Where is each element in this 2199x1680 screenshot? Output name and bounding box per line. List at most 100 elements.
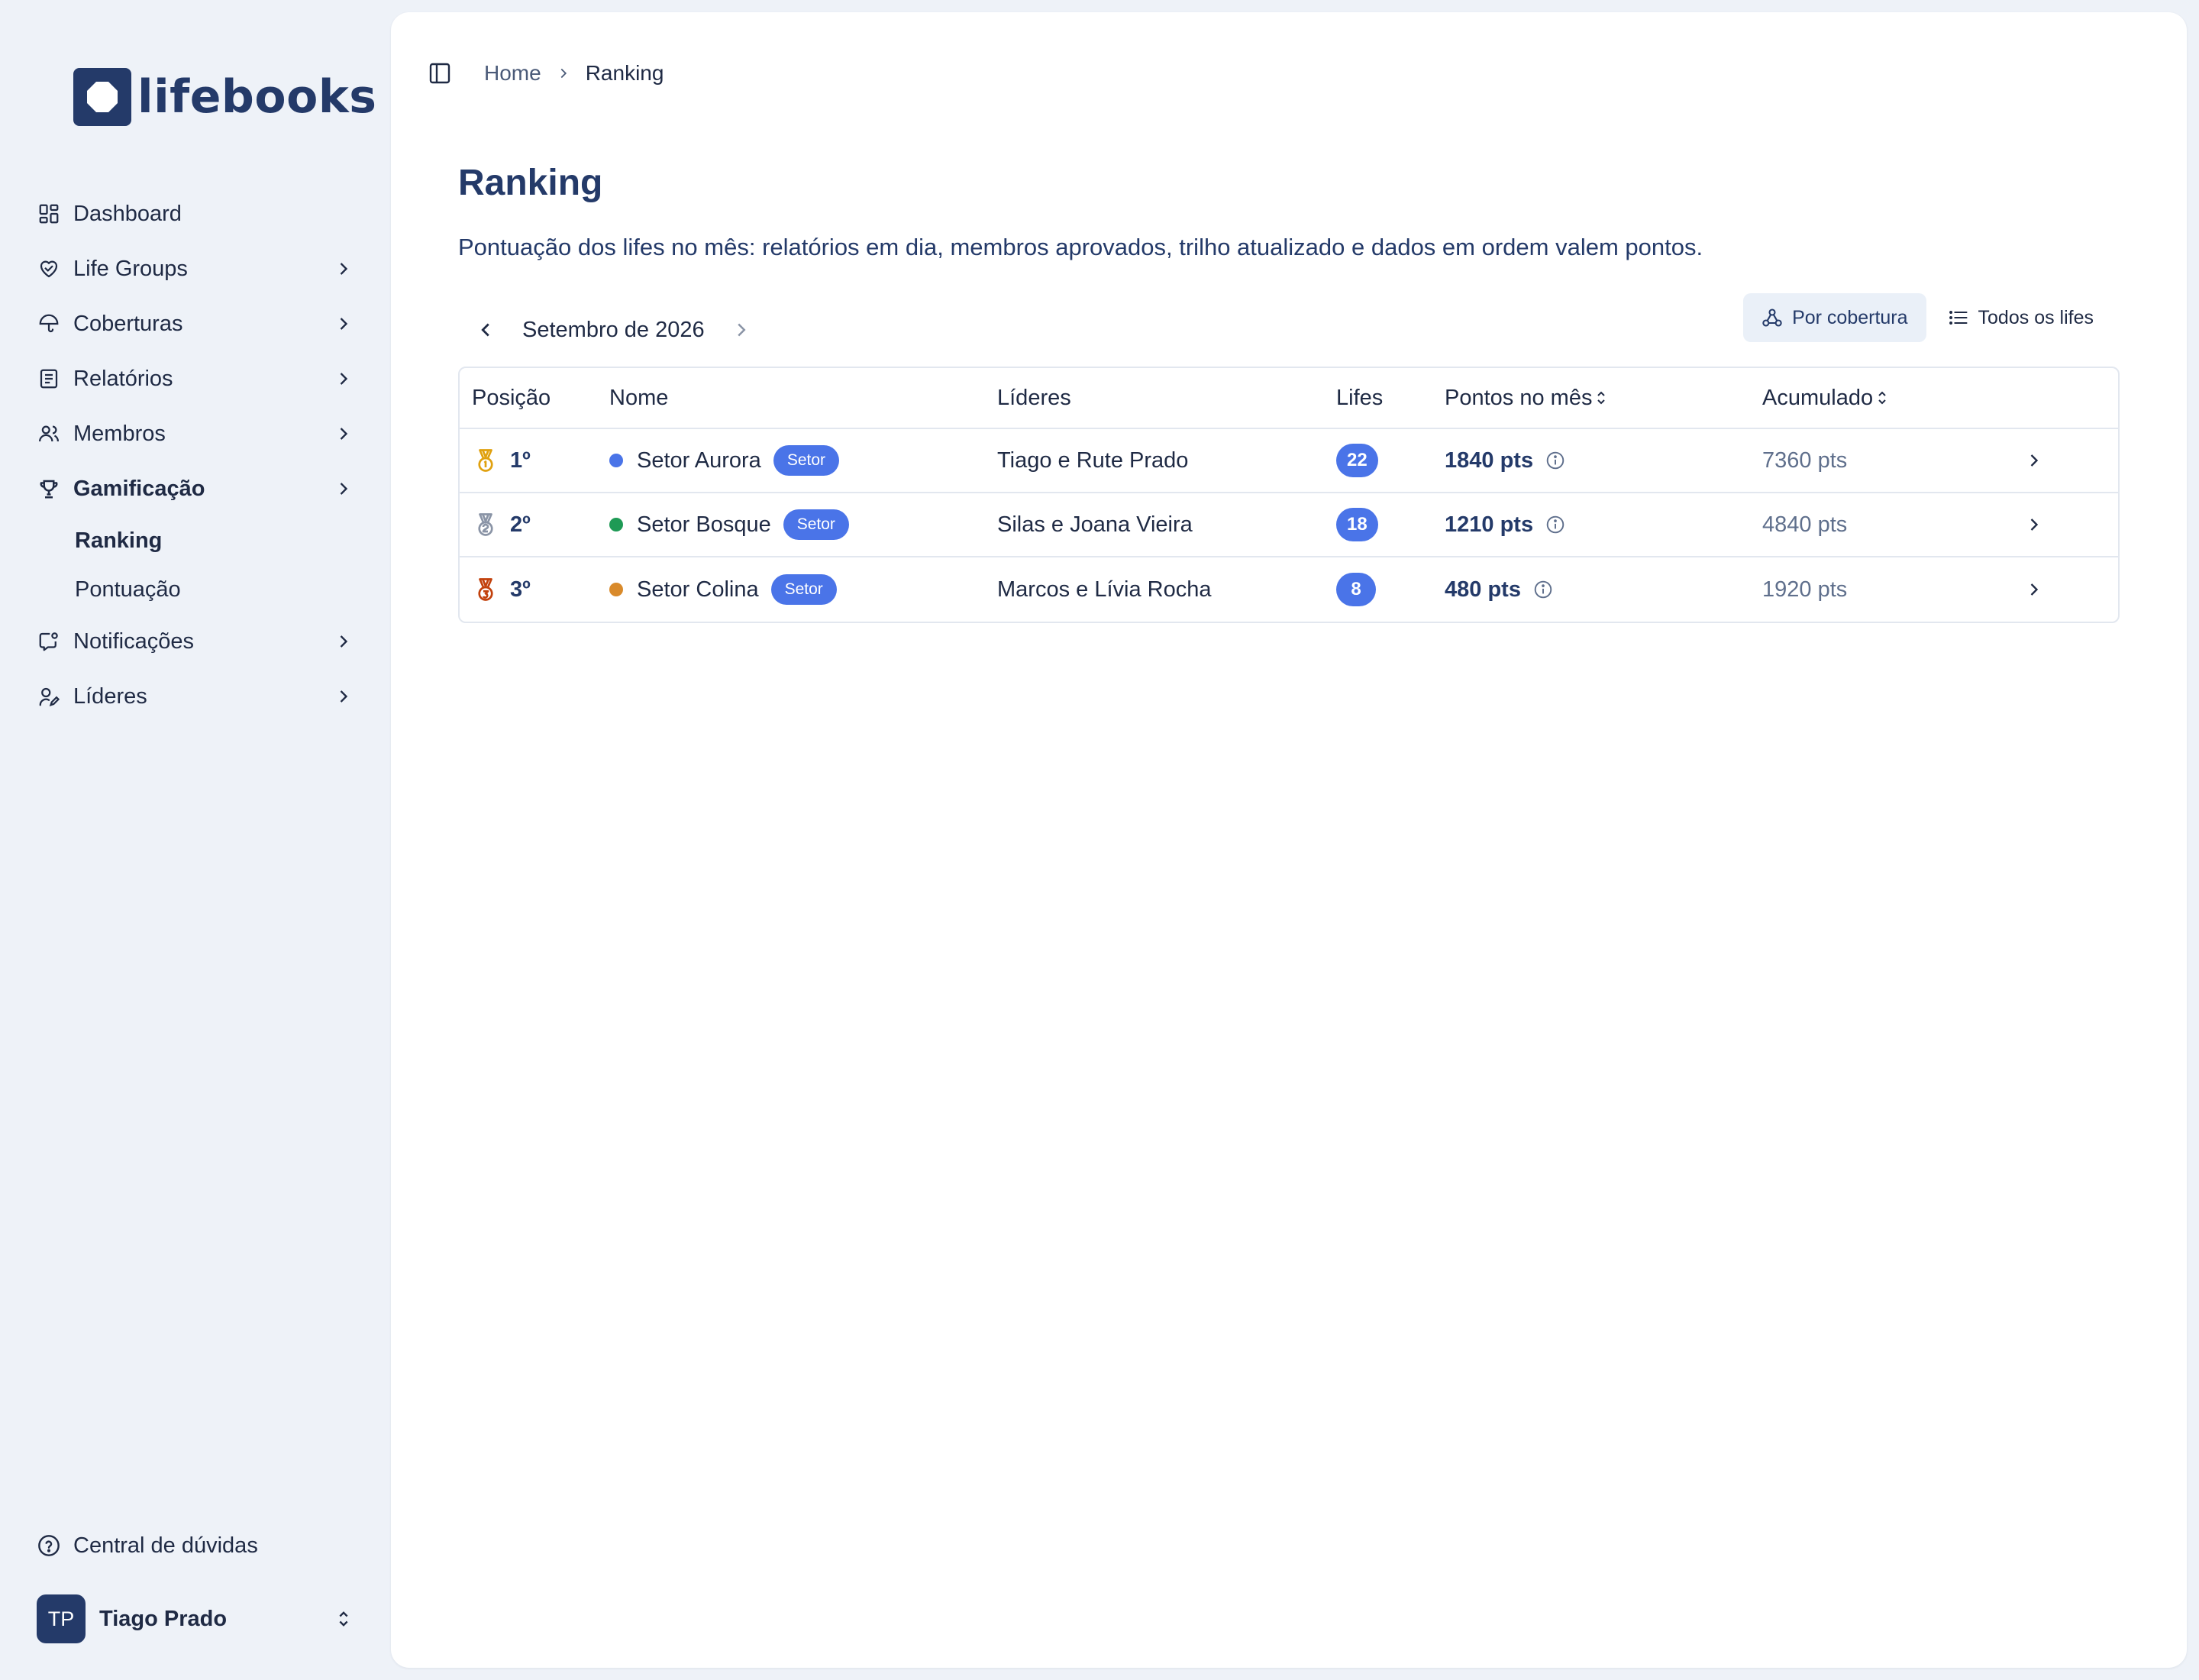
sidebar-item-label: Membros — [73, 421, 166, 446]
sidebar-item-notificacoes[interactable]: Notificações — [0, 614, 391, 669]
month-navigator: Setembro de 2026 — [467, 305, 760, 354]
sidebar-nav: Dashboard Life Groups Coberturas Relatór… — [0, 186, 391, 724]
sidebar-item-label: Dashboard — [73, 201, 182, 226]
help-center-link[interactable]: Central de dúvidas — [37, 1530, 258, 1561]
type-badge: Setor — [773, 445, 840, 476]
breadcrumb-current: Ranking — [585, 61, 664, 85]
umbrella-icon — [37, 312, 61, 336]
status-dot — [609, 518, 623, 531]
list-icon — [1949, 311, 1968, 325]
status-dot — [609, 583, 623, 596]
brand-logo[interactable]: lifebooks — [73, 67, 376, 127]
sidebar-item-label: Relatórios — [73, 366, 173, 391]
sidebar-item-label: Líderes — [73, 683, 147, 709]
header-lifes: Lifes — [1336, 385, 1384, 410]
header-points-label: Pontos no mês — [1445, 385, 1593, 410]
sidebar-subitem-pontuacao[interactable]: Pontuação — [75, 565, 391, 614]
avatar: TP — [37, 1594, 86, 1643]
info-icon[interactable] — [1533, 580, 1553, 599]
type-badge: Setor — [770, 574, 837, 605]
breadcrumb-separator-icon — [555, 65, 572, 82]
panel-left-icon — [429, 63, 450, 84]
header-points-sort[interactable]: Pontos no mês — [1445, 386, 1762, 411]
row-name: Setor Aurora — [637, 447, 761, 473]
chevron-right-icon — [340, 635, 348, 648]
user-menu[interactable]: TP Tiago Prado — [37, 1594, 354, 1643]
info-icon[interactable] — [1545, 515, 1565, 535]
chevron-right-icon — [340, 690, 348, 703]
user-pen-icon — [37, 684, 61, 709]
sidebar-item-label: Notificações — [73, 628, 194, 654]
help-center-label: Central de dúvidas — [73, 1533, 258, 1558]
row-points: 1840 pts — [1445, 447, 1534, 473]
sidebar-item-label: Coberturas — [73, 311, 183, 336]
row-accumulated: 7360 pts — [1762, 447, 1848, 473]
chevron-right-icon — [340, 318, 348, 330]
row-leaders: Marcos e Lívia Rocha — [997, 577, 1212, 602]
table-row[interactable]: 3º Setor Colina Setor Marcos e Lívia Roc… — [460, 557, 2118, 622]
medal-gold-icon — [478, 449, 493, 472]
sidebar-item-membros[interactable]: Membros — [0, 406, 391, 461]
sidebar-item-dashboard[interactable]: Dashboard — [0, 186, 391, 241]
all-lifes-button[interactable]: Todos os lifes — [1929, 293, 2112, 342]
row-points: 1210 pts — [1445, 512, 1534, 537]
gamificacao-subnav: Ranking Pontuação — [0, 516, 391, 614]
sidebar-item-life-groups[interactable]: Life Groups — [0, 241, 391, 296]
chevron-right-icon — [340, 373, 348, 385]
logo-mark-icon — [73, 68, 131, 126]
main-panel: Home Ranking Ranking Pontuação dos lifes… — [391, 12, 2187, 1668]
table-header: Posição Nome Líderes Lifes Pontos no mês… — [460, 368, 2118, 429]
sort-icon — [1597, 391, 1606, 405]
row-accumulated: 1920 pts — [1762, 577, 1848, 602]
user-name: Tiago Prado — [99, 1606, 228, 1631]
chevron-right-icon — [737, 323, 746, 337]
brand-name: lifebooks — [137, 70, 377, 124]
row-leaders: Silas e Joana Vieira — [997, 512, 1193, 537]
current-month-label: Setembro de 2026 — [522, 317, 705, 342]
sort-icon — [1878, 391, 1886, 405]
sidebar-toggle-button[interactable] — [426, 60, 454, 87]
dashboard-icon — [37, 202, 61, 226]
row-points: 480 pts — [1445, 577, 1521, 602]
network-icon — [1762, 309, 1782, 327]
row-accumulated: 4840 pts — [1762, 512, 1848, 537]
header-accumulated-label: Acumulado — [1762, 385, 1874, 410]
view-toggle: Por cobertura Todos os lifes — [1743, 293, 2112, 342]
next-month-button[interactable] — [723, 312, 760, 348]
medal-silver-icon — [478, 513, 493, 536]
help-icon — [38, 1535, 60, 1556]
row-name: Setor Colina — [637, 577, 759, 602]
lifes-count-badge: 8 — [1336, 573, 1376, 606]
sidebar-item-gamificacao[interactable]: Gamificação — [0, 461, 391, 516]
page-subtitle: Pontuação dos lifes no mês: relatórios e… — [458, 234, 1703, 260]
info-icon[interactable] — [1545, 451, 1565, 470]
sidebar-item-coberturas[interactable]: Coberturas — [0, 296, 391, 351]
position: 3º — [510, 577, 531, 602]
chevron-right-icon — [340, 483, 348, 495]
row-leaders: Tiago e Rute Prado — [997, 447, 1189, 473]
sidebar-item-label: Life Groups — [73, 256, 188, 281]
header-name: Nome — [609, 385, 669, 410]
sidebar-subitem-ranking[interactable]: Ranking — [75, 516, 391, 565]
sidebar-item-relatorios[interactable]: Relatórios — [0, 351, 391, 406]
ranking-table: Posição Nome Líderes Lifes Pontos no mês… — [458, 367, 2120, 623]
sidebar-item-lideres[interactable]: Líderes — [0, 669, 391, 724]
by-coverage-button[interactable]: Por cobertura — [1743, 293, 1926, 342]
sidebar: lifebooks Dashboard Life Groups Cobertur… — [0, 0, 391, 1680]
chevrons-up-down-icon — [339, 1611, 348, 1627]
status-dot — [609, 454, 623, 467]
chevron-right-icon — [2030, 583, 2039, 596]
report-icon — [37, 367, 61, 391]
breadcrumb-home[interactable]: Home — [484, 61, 541, 86]
topbar: Home Ranking — [426, 46, 664, 101]
table-row[interactable]: 1º Setor Aurora Setor Tiago e Rute Prado… — [460, 429, 2118, 493]
table-row[interactable]: 2º Setor Bosque Setor Silas e Joana Viei… — [460, 493, 2118, 557]
header-position: Posição — [472, 385, 551, 410]
chevron-right-icon — [2030, 454, 2039, 467]
header-accumulated-sort[interactable]: Acumulado — [1762, 386, 2014, 411]
lifes-count-badge: 18 — [1336, 508, 1378, 541]
chevron-right-icon — [340, 428, 348, 440]
position: 2º — [510, 512, 531, 537]
chevron-left-icon — [481, 323, 489, 337]
previous-month-button[interactable] — [467, 312, 504, 348]
